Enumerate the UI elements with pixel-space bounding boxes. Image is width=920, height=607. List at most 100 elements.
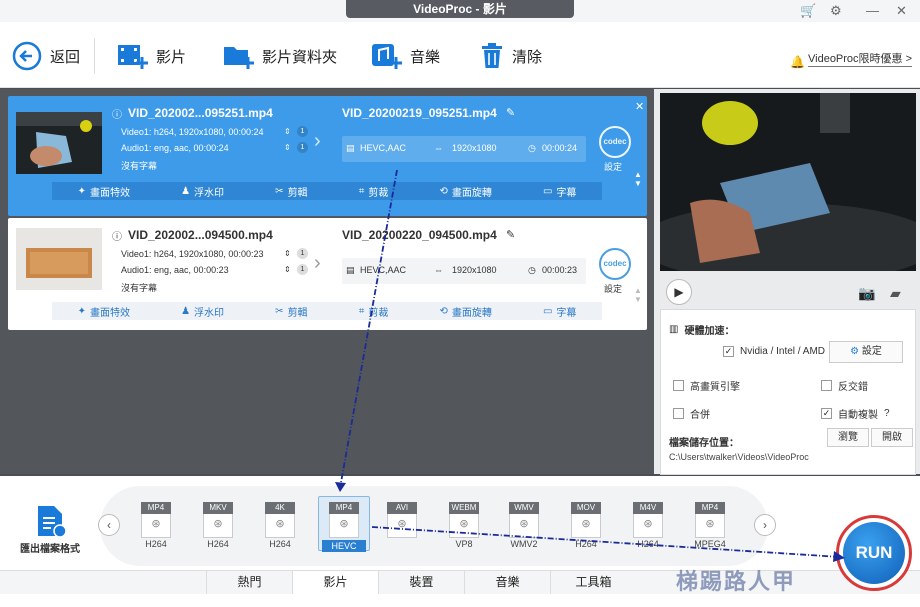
cut-button[interactable]: ✂ 剪輯 bbox=[275, 184, 307, 199]
promo-link[interactable]: VideoProc限時優惠 > bbox=[808, 52, 913, 67]
info-icon[interactable]: ⓘ bbox=[112, 106, 122, 121]
prev-format-button[interactable]: ‹ bbox=[98, 514, 120, 536]
edit-toolbar: ✦ 畫面特效 ♟ 浮水印 ✂ 剪輯 ⌗ 剪裁 ⟲ 畫面旋轉 ▭ 字幕 bbox=[52, 302, 602, 320]
video-track-stepper[interactable]: ⇕ bbox=[284, 249, 291, 258]
edit-icon[interactable]: ✎ bbox=[506, 228, 515, 241]
subtitle-meta: 沒有字幕 bbox=[121, 161, 158, 171]
gpu-settings-button[interactable]: ⚙ 設定 bbox=[829, 341, 903, 363]
play-icon[interactable]: ▶ bbox=[666, 279, 692, 305]
effects-button[interactable]: ✦ 畫面特效 bbox=[78, 304, 130, 319]
film-reel-icon: ⊛ bbox=[387, 514, 417, 538]
open-button[interactable]: 開啟 bbox=[871, 428, 913, 447]
hq-engine-row[interactable]: 高畫質引擎 bbox=[673, 378, 740, 393]
cart-icon[interactable]: 🛒 bbox=[800, 3, 816, 19]
format-container-label: MP4 bbox=[141, 502, 171, 514]
help-icon[interactable]: ? bbox=[884, 408, 890, 419]
effects-button[interactable]: ✦ 畫面特效 bbox=[78, 184, 130, 199]
rotate-button[interactable]: ⟲ 畫面旋轉 bbox=[439, 184, 491, 199]
crop-button[interactable]: ⌗ 剪裁 bbox=[359, 304, 389, 319]
audio-track-stepper[interactable]: ⇕ bbox=[284, 265, 291, 274]
format-option[interactable]: MOV ⊛ H264 bbox=[560, 502, 612, 552]
format-container-label: WEBM bbox=[449, 502, 479, 514]
output-filename: VID_20200220_094500.mp4 bbox=[342, 228, 497, 242]
clear-button[interactable]: 清除 bbox=[480, 38, 542, 74]
hw-accel-title: ▥ 硬體加速： bbox=[669, 322, 734, 337]
settings-label[interactable]: 設定 bbox=[604, 160, 622, 173]
film-reel-icon: ⊛ bbox=[633, 514, 663, 538]
format-option[interactable]: M4V ⊛ H264 bbox=[622, 502, 674, 552]
autocopy-checkbox[interactable]: ✓ bbox=[821, 408, 832, 419]
wand-icon: ✦ bbox=[77, 185, 86, 197]
back-button[interactable]: 返回 bbox=[12, 38, 80, 74]
gear-icon: ⚙ bbox=[850, 346, 860, 357]
info-icon[interactable]: ⓘ bbox=[112, 228, 122, 243]
gear-icon[interactable]: ⚙ bbox=[830, 3, 842, 19]
settings-label[interactable]: 設定 bbox=[604, 282, 622, 295]
format-option[interactable]: MKV ⊛ H264 bbox=[192, 502, 244, 552]
deinterlace-row[interactable]: 反交錯 bbox=[821, 378, 868, 393]
watermark-button[interactable]: ♟ 浮水印 bbox=[181, 184, 224, 199]
resolution-icon: ⇔ bbox=[434, 265, 443, 275]
codec-settings-icon[interactable]: codec bbox=[599, 248, 631, 280]
crop-icon: ⌗ bbox=[358, 305, 365, 317]
video-meta: Video1: h264, 1920x1080, 00:00:23 bbox=[121, 249, 264, 259]
format-container-label: MP4 bbox=[329, 502, 359, 514]
source-filename: VID_202002...095251.mp4 bbox=[128, 106, 273, 120]
autocopy-row[interactable]: ✓ 自動複製? bbox=[821, 406, 890, 421]
format-option[interactable]: WEBM ⊛ VP8 bbox=[438, 502, 490, 552]
subtitle-button[interactable]: ▭ 字幕 bbox=[543, 184, 576, 199]
watermark-button[interactable]: ♟ 浮水印 bbox=[181, 304, 224, 319]
crop-button[interactable]: ⌗ 剪裁 bbox=[359, 184, 389, 199]
edit-icon[interactable]: ✎ bbox=[506, 106, 515, 119]
format-option[interactable]: WMV ⊛ WMV2 bbox=[498, 502, 550, 552]
gpu-checkbox[interactable]: ✓ bbox=[723, 346, 734, 357]
gpu-checkbox-row[interactable]: ✓ Nvidia / Intel / AMD bbox=[723, 346, 825, 357]
format-option[interactable]: MP4 ⊛ MPEG4 bbox=[684, 502, 736, 552]
subtitle-label: 字幕 bbox=[556, 187, 577, 199]
video-track-stepper[interactable]: ⇕ bbox=[284, 127, 291, 136]
add-video-button[interactable]: 影片 bbox=[116, 38, 186, 74]
run-button[interactable]: RUN bbox=[836, 515, 912, 591]
add-folder-button[interactable]: 影片資料夾 bbox=[222, 38, 337, 74]
video-item[interactable]: ⓘ VID_202002...095251.mp4 Video1: h264, … bbox=[8, 96, 647, 216]
format-option[interactable]: MP4 ⊛ HEVC bbox=[318, 496, 370, 552]
add-music-button[interactable]: 音樂 bbox=[370, 38, 440, 74]
effects-label: 畫面特效 bbox=[89, 307, 130, 319]
category-tab[interactable]: 影片 bbox=[292, 571, 378, 594]
format-codec-label: WMV2 bbox=[510, 539, 538, 549]
category-tab[interactable]: 工具箱 bbox=[550, 571, 636, 594]
merge-row[interactable]: 合併 bbox=[673, 406, 710, 421]
film-reel-icon: ⊛ bbox=[571, 514, 601, 538]
browse-button[interactable]: 瀏覽 bbox=[827, 428, 869, 447]
reorder-arrows-icon[interactable]: ▲ ▼ bbox=[634, 286, 642, 304]
export-format-label: 匯出檔案格式 bbox=[20, 544, 80, 555]
deinterlace-checkbox[interactable] bbox=[821, 380, 832, 391]
audio-track-stepper[interactable]: ⇕ bbox=[284, 143, 291, 152]
chevron-right-icon: › bbox=[314, 252, 321, 274]
rotate-button[interactable]: ⟲ 畫面旋轉 bbox=[439, 304, 491, 319]
film-reel-icon: ⊛ bbox=[265, 514, 295, 538]
audio-count-badge: 1 bbox=[297, 142, 308, 153]
folder-icon[interactable]: ▰ bbox=[890, 285, 901, 302]
video-item[interactable]: ⓘ VID_202002...094500.mp4 Video1: h264, … bbox=[8, 218, 647, 330]
format-option[interactable]: AVI ⊛ bbox=[376, 502, 428, 552]
format-option[interactable]: MP4 ⊛ H264 bbox=[130, 502, 182, 552]
camera-icon[interactable]: 📷 bbox=[858, 285, 875, 302]
category-tab[interactable]: 音樂 bbox=[464, 571, 550, 594]
hq-engine-checkbox[interactable] bbox=[673, 380, 684, 391]
category-tab[interactable]: 熱門 bbox=[206, 571, 292, 594]
minimize-icon[interactable]: — bbox=[866, 3, 879, 19]
film-reel-icon: ⊛ bbox=[695, 514, 725, 538]
reorder-arrows-icon[interactable]: ▲ ▼ bbox=[634, 170, 642, 188]
subtitle-button[interactable]: ▭ 字幕 bbox=[543, 304, 576, 319]
next-format-button[interactable]: › bbox=[754, 514, 776, 536]
merge-checkbox[interactable] bbox=[673, 408, 684, 419]
output-info-box: ▤ HEVC,AAC ⇔ 1920x1080 ◷ 00:00:24 bbox=[342, 136, 586, 162]
close-icon[interactable]: ✕ bbox=[896, 3, 907, 19]
remove-item-icon[interactable]: ✕ bbox=[635, 100, 644, 113]
cut-button[interactable]: ✂ 剪輯 bbox=[275, 304, 307, 319]
format-option[interactable]: 4K ⊛ H264 bbox=[254, 502, 306, 552]
codec-settings-icon[interactable]: codec bbox=[599, 126, 631, 158]
category-tab[interactable]: 裝置 bbox=[378, 571, 464, 594]
format-codec-label: H264 bbox=[575, 539, 597, 549]
